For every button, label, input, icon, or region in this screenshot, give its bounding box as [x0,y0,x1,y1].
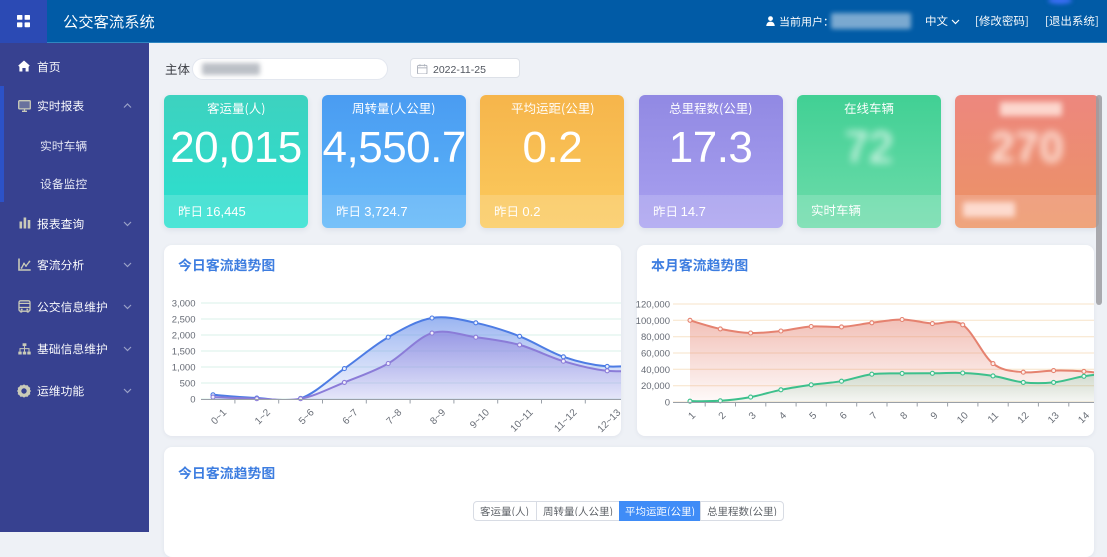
svg-text:5~6: 5~6 [297,407,317,427]
svg-text:40,000: 40,000 [641,365,670,376]
svg-text:2,500: 2,500 [172,315,196,326]
svg-text:14: 14 [1076,410,1092,426]
svg-text:10~11: 10~11 [509,407,536,434]
svg-text:7~8: 7~8 [385,407,405,427]
svg-text:11: 11 [986,410,1001,425]
svg-text:8~9: 8~9 [428,407,448,427]
svg-text:80,000: 80,000 [641,332,670,343]
svg-text:8: 8 [899,410,911,422]
svg-text:1,000: 1,000 [172,363,196,374]
svg-text:1~2: 1~2 [253,407,273,427]
svg-text:120,000: 120,000 [636,300,670,311]
svg-text:60,000: 60,000 [641,349,670,360]
svg-text:4: 4 [777,410,789,422]
svg-text:12: 12 [1016,410,1032,426]
svg-text:500: 500 [180,379,196,390]
svg-text:10: 10 [955,410,971,426]
svg-text:6~7: 6~7 [341,407,361,427]
svg-text:3: 3 [747,410,759,422]
svg-text:7: 7 [868,410,880,422]
svg-text:9: 9 [929,410,941,422]
svg-text:5: 5 [808,410,820,422]
svg-text:1,500: 1,500 [172,347,196,358]
svg-text:9~10: 9~10 [468,407,492,431]
svg-text:0: 0 [190,395,195,406]
svg-text:0: 0 [665,398,670,409]
svg-text:3,000: 3,000 [172,299,196,310]
svg-text:6: 6 [838,410,850,422]
svg-text:2,000: 2,000 [172,331,196,342]
svg-text:1: 1 [686,410,698,422]
svg-text:0~1: 0~1 [209,407,229,427]
svg-text:100,000: 100,000 [636,316,670,327]
svg-text:13: 13 [1046,410,1062,426]
svg-text:2: 2 [717,410,729,422]
svg-text:20,000: 20,000 [641,381,670,392]
svg-text:12~13: 12~13 [596,407,624,435]
svg-text:11~12: 11~12 [552,407,579,434]
